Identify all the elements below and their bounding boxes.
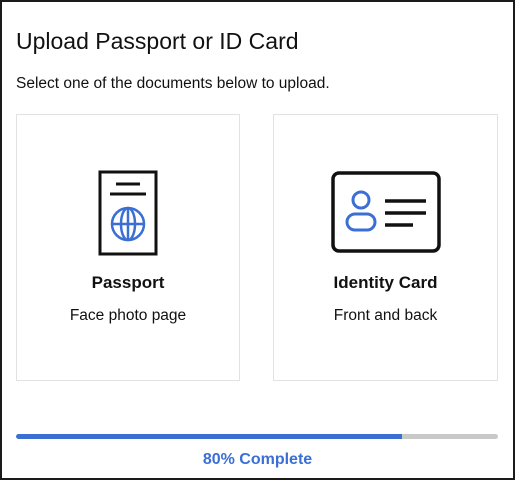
upload-dialog: Upload Passport or ID Card Select one of…: [0, 0, 515, 480]
passport-icon: [17, 170, 239, 256]
progress-bar: [16, 434, 498, 439]
page-title: Upload Passport or ID Card: [16, 28, 299, 54]
id-card-icon: [274, 170, 497, 256]
identity-card-description: Front and back: [333, 307, 438, 324]
page-subtitle: Select one of the documents below to upl…: [16, 75, 330, 92]
passport-description: Face photo page: [69, 307, 187, 324]
passport-title: Passport: [91, 273, 165, 292]
progress-label: 80% Complete: [202, 451, 313, 468]
identity-card-option-card[interactable]: Identity Card Front and back: [273, 114, 498, 381]
passport-option-card[interactable]: Passport Face photo page: [16, 114, 240, 381]
progress-bar-fill: [16, 434, 402, 439]
identity-card-title: Identity Card: [333, 273, 438, 292]
